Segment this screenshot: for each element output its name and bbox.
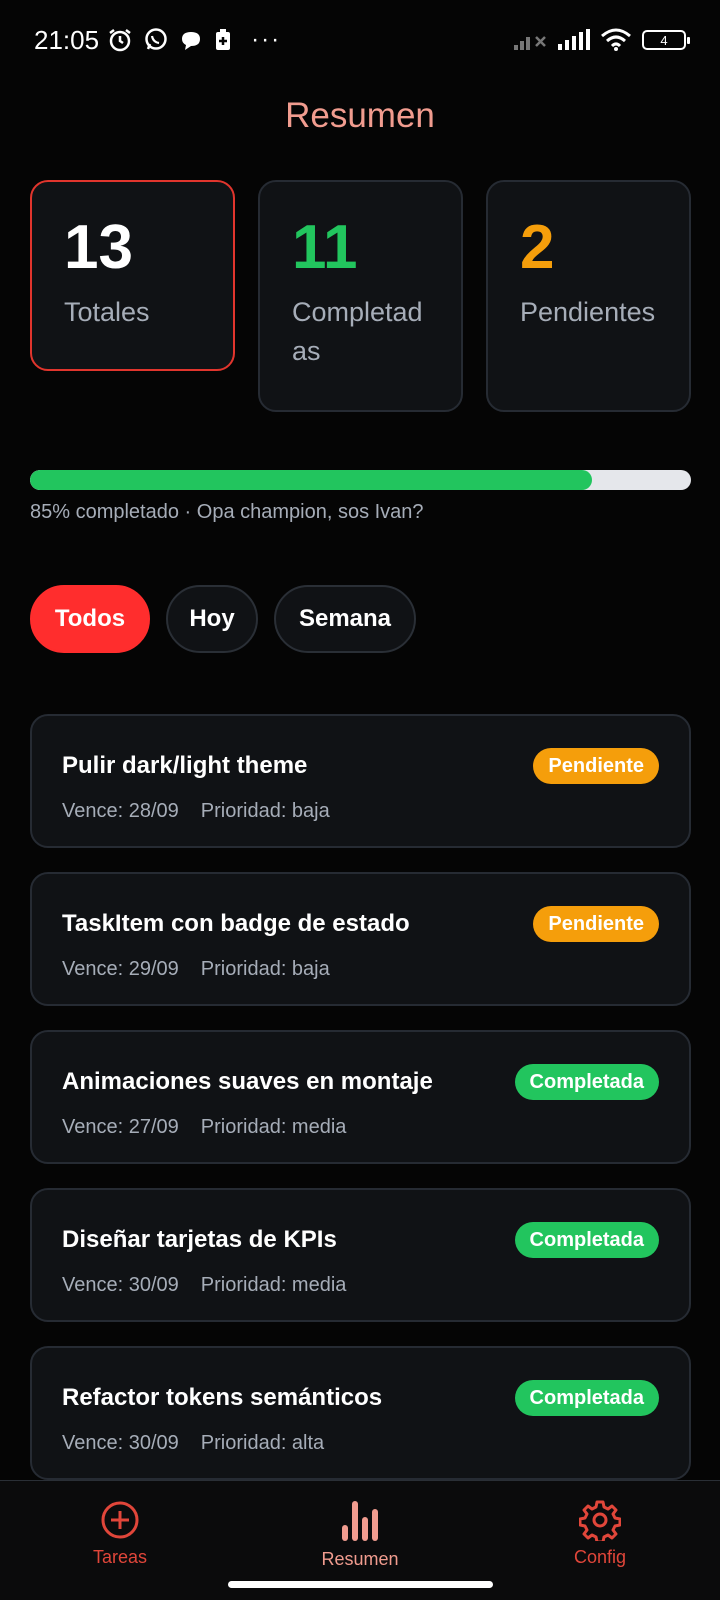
nav-item-config[interactable]: Config [520, 1499, 680, 1568]
chat-bubble-icon [182, 32, 201, 50]
battery-saver-icon [216, 29, 231, 50]
task-due: Vence: 28/09 [62, 800, 179, 822]
bar-chart-icon [342, 1501, 378, 1541]
progress-text: 85% completado · Opa champion, sos Ivan? [30, 501, 424, 523]
kpi-value: 11 [292, 213, 358, 282]
kpi-value: 2 [520, 213, 555, 282]
filter-chip-hoy[interactable]: Hoy [166, 585, 258, 653]
task-meta: Vence: 30/09 Prioridad: media [62, 1274, 659, 1297]
notification-icons [107, 27, 233, 53]
filter-chip-todos[interactable]: Todos [30, 585, 150, 653]
status-bar: 21:05 ··· 4 [0, 0, 720, 80]
task-due: Vence: 30/09 [62, 1432, 179, 1454]
task-item[interactable]: Refactor tokens semánticos Vence: 30/09 P… [30, 1346, 691, 1480]
battery-icon: 4 [642, 30, 690, 50]
task-priority: Prioridad: alta [200, 1432, 325, 1454]
task-due: Vence: 29/09 [62, 958, 179, 980]
task-due: Vence: 30/09 [62, 1274, 179, 1296]
nav-label: Tareas [92, 1547, 148, 1567]
task-item[interactable]: TaskItem con badge de estado Vence: 29/0… [30, 872, 691, 1006]
gear-icon [579, 1500, 621, 1541]
kpi-label: Pendientes [520, 297, 656, 328]
kpi-label: Completadas [292, 297, 423, 367]
task-priority: Prioridad: media [200, 1274, 347, 1296]
task-meta: Vence: 29/09 Prioridad: baja [62, 958, 659, 981]
task-priority: Prioridad: baja [200, 800, 330, 822]
task-priority: Prioridad: baja [200, 958, 330, 980]
home-indicator[interactable] [228, 1581, 493, 1588]
progress-bar [30, 470, 691, 490]
status-badge: Completada [514, 1064, 659, 1100]
progress-fill [30, 470, 592, 490]
kpi-card-totales[interactable]: 13 Totales [30, 180, 235, 371]
kpi-cards: 13 Totales 11 Completadas 2 Pendientes [30, 180, 691, 412]
filter-chip-semana[interactable]: Semana [274, 585, 416, 653]
nav-item-resumen[interactable]: Resumen [280, 1499, 440, 1570]
status-badge: Pendiente [533, 906, 659, 942]
task-meta: Vence: 27/09 Prioridad: media [62, 1116, 659, 1139]
status-badge: Pendiente [533, 748, 659, 784]
whatsapp-icon [145, 28, 167, 50]
app-screen: 21:05 ··· 4 Resumen 13 Totales 11 Comple… [0, 0, 720, 1600]
status-badge: Completada [514, 1380, 659, 1416]
filter-chips: Todos Hoy Semana [30, 585, 416, 653]
status-time: 21:05 [34, 24, 100, 55]
task-item[interactable]: Pulir dark/light theme Vence: 28/09 Prior… [30, 714, 691, 848]
nav-item-tareas[interactable]: Tareas [40, 1499, 200, 1568]
alarm-icon [109, 29, 131, 52]
task-item[interactable]: Animaciones suaves en montaje Vence: 27/… [30, 1030, 691, 1164]
wifi-icon [601, 28, 631, 51]
plus-circle-icon [101, 1501, 139, 1539]
page-title: Resumen [285, 96, 435, 135]
status-badge: Completada [514, 1222, 659, 1258]
task-meta: Vence: 28/09 Prioridad: baja [62, 800, 659, 823]
kpi-value: 13 [64, 213, 133, 282]
task-priority: Prioridad: media [200, 1116, 347, 1138]
more-notifications: ··· [251, 26, 282, 53]
system-icons: 4 [514, 28, 690, 52]
signal-icon [558, 29, 590, 50]
task-meta: Vence: 30/09 Prioridad: alta [62, 1432, 659, 1455]
battery-level: 4 [660, 32, 668, 48]
task-due: Vence: 27/09 [62, 1116, 179, 1138]
signal-off-icon [514, 36, 546, 50]
kpi-label: Totales [64, 297, 150, 328]
task-list: Pulir dark/light theme Vence: 28/09 Prior… [30, 714, 691, 1504]
kpi-card-pendientes[interactable]: 2 Pendientes [486, 180, 691, 412]
nav-label: Resumen [321, 1549, 399, 1569]
nav-label: Config [573, 1547, 627, 1567]
kpi-card-completadas[interactable]: 11 Completadas [258, 180, 463, 412]
task-item[interactable]: Diseñar tarjetas de KPIs Vence: 30/09 Pri… [30, 1188, 691, 1322]
